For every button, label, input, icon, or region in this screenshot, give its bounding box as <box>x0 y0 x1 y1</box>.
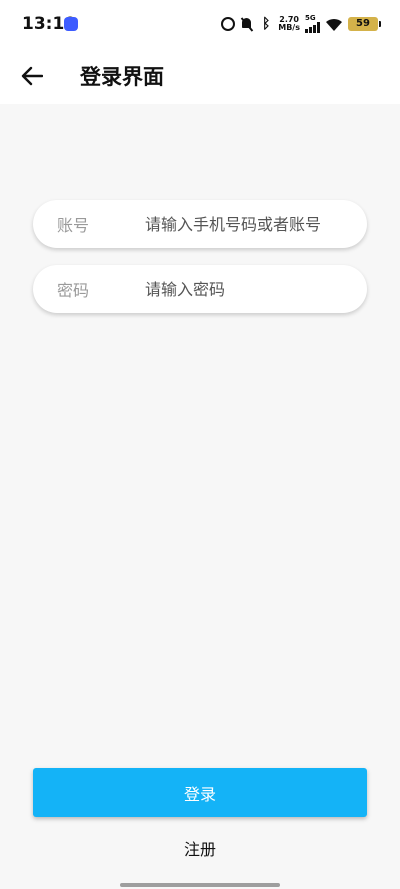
page-title: 登录界面 <box>80 65 164 89</box>
mute-icon <box>240 17 254 31</box>
status-bar: 13:10 ᛒ 2.70 MB/s 5G 59 <box>0 0 400 50</box>
account-input[interactable] <box>145 209 355 239</box>
network-type: 5G <box>305 14 316 22</box>
back-button[interactable] <box>14 58 50 94</box>
password-label: 密码 <box>57 281 90 300</box>
status-icons: ᛒ 2.70 MB/s 5G 59 <box>221 14 381 34</box>
account-field: 账号 <box>33 200 367 248</box>
bluetooth-icon: ᛒ <box>262 16 271 32</box>
password-input[interactable] <box>145 274 355 304</box>
alarm-icon <box>221 17 236 31</box>
net-speed-unit: MB/s <box>278 23 300 32</box>
battery-icon: 59 <box>348 17 381 31</box>
net-speed: 2.70 MB/s <box>278 16 300 32</box>
account-label: 账号 <box>57 216 90 235</box>
wifi-icon <box>325 17 343 31</box>
register-link[interactable]: 注册 <box>0 836 400 860</box>
app-bar: 登录界面 <box>0 50 400 104</box>
password-field: 密码 <box>33 265 367 313</box>
login-button[interactable]: 登录 <box>33 768 367 817</box>
signal-icon: 5G <box>305 15 320 33</box>
arrow-left-icon <box>21 66 43 86</box>
home-indicator[interactable] <box>120 883 280 887</box>
app-badge-icon <box>64 17 78 31</box>
